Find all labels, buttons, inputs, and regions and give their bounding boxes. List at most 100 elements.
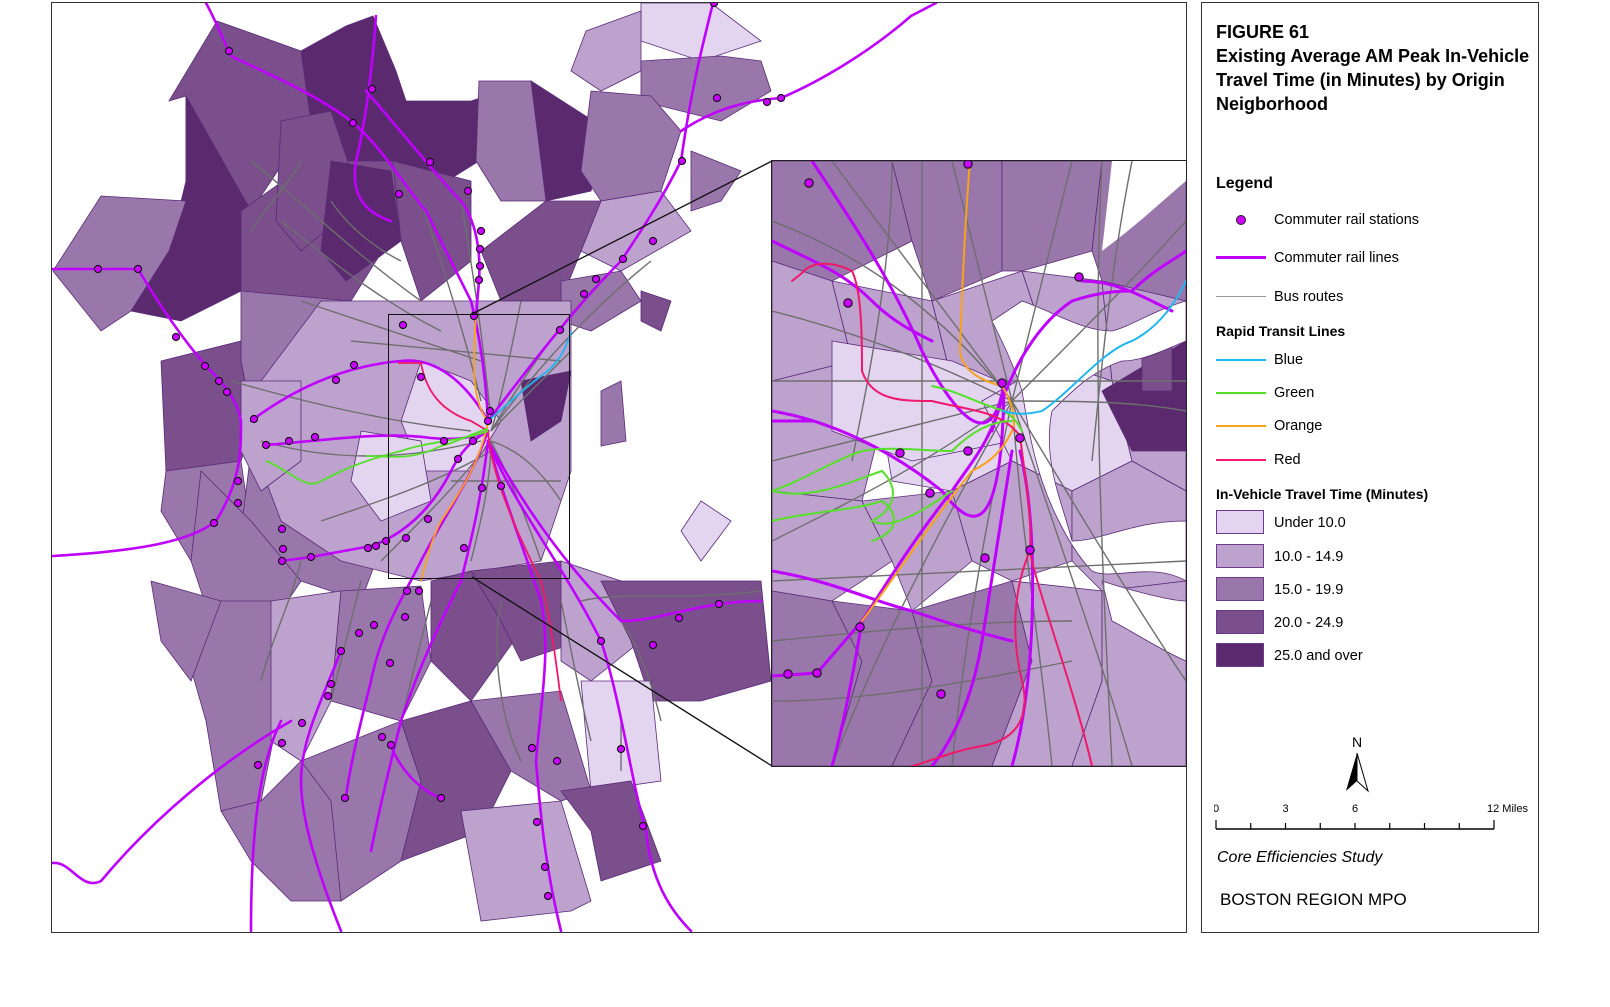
inset-locator-box: [388, 314, 570, 579]
neighborhood-polygon: [600, 380, 627, 447]
commuter-rail-station: [306, 552, 316, 562]
class-swatch: [1216, 544, 1264, 568]
orange-line-icon: [1216, 425, 1266, 427]
legend-class-2: 15.0 - 19.9: [1216, 577, 1344, 601]
commuter-rail-station: [171, 332, 181, 342]
commuter-rail-station: [93, 264, 103, 274]
commuter-rail-station: [371, 541, 381, 551]
commuter-rail-station: [363, 543, 373, 553]
commuter-rail-station: [963, 446, 973, 456]
commuter-rail-station: [310, 432, 320, 442]
commuter-rail-station: [336, 646, 346, 656]
commuter-rail-station: [648, 640, 658, 650]
commuter-rail-station: [414, 586, 424, 596]
commuter-rail-station: [463, 186, 473, 196]
commuter-rail-station: [804, 178, 814, 188]
legend-label: Under 10.0: [1274, 515, 1346, 531]
commuter-rail-station: [354, 628, 364, 638]
commuter-rail-station: [963, 161, 973, 169]
commuter-rail-station: [386, 740, 396, 750]
commuter-rail-station: [348, 118, 358, 128]
commuter-rail-station: [712, 93, 722, 103]
neighborhood-polygon: [690, 150, 742, 212]
commuter-rail-station: [394, 189, 404, 199]
commuter-rail-station: [527, 743, 537, 753]
commuter-rail-station: [591, 274, 601, 284]
neighborhood-polygon: [460, 800, 592, 922]
neighborhood-polygon: [570, 10, 642, 92]
study-name: Core Efficiencies Study: [1217, 849, 1383, 866]
commuter-rail-station: [980, 553, 990, 563]
legend-label: 10.0 - 14.9: [1274, 549, 1344, 565]
commuter-rail-station: [762, 97, 772, 107]
commuter-rail-station: [674, 613, 684, 623]
commuter-rail-station: [476, 226, 486, 236]
legend-label: Commuter rail stations: [1274, 212, 1420, 228]
commuter-rail-station: [475, 244, 485, 254]
neighborhood-polygon: [640, 290, 672, 332]
legend-label: 20.0 - 24.9: [1274, 615, 1344, 631]
legend-label: 15.0 - 19.9: [1274, 582, 1344, 598]
commuter-rail-station: [249, 414, 259, 424]
commuter-rail-station: [277, 556, 287, 566]
north-arrow-icon: N: [1346, 735, 1369, 793]
scale-label: 12 Miles: [1487, 803, 1528, 815]
commuter-rail-station: [402, 586, 412, 596]
commuter-rail-station: [532, 817, 542, 827]
legend-label: Bus routes: [1274, 289, 1344, 305]
commuter-rail-station: [233, 476, 243, 486]
legend-label: Red: [1274, 452, 1301, 468]
commuter-rail-station: [200, 361, 210, 371]
figure-title: Existing Average AM Peak In-Vehicle Trav…: [1216, 46, 1530, 114]
rapid-transit-heading: Rapid Transit Lines: [1216, 323, 1346, 339]
blue-line-icon: [1216, 359, 1266, 361]
organization-name: BOSTON REGION MPO: [1220, 890, 1407, 909]
commuter-rail-station: [377, 732, 387, 742]
commuter-rail-station: [323, 691, 333, 701]
neighborhood-polygon: [680, 500, 732, 562]
commuter-rail-station: [261, 440, 271, 450]
commuter-rail-station: [638, 821, 648, 831]
scale-bar: 0 3 6 12 Miles: [1214, 803, 1528, 830]
commuter-rail-station: [222, 387, 232, 397]
legend-class-0: Under 10.0: [1216, 510, 1346, 534]
commuter-rail-station: [543, 891, 553, 901]
legend-item-blue-line: Blue: [1216, 349, 1303, 371]
commuter-rail-station: [278, 544, 288, 554]
red-line-icon: [1216, 459, 1266, 461]
legend-item-stations: Commuter rail stations: [1216, 209, 1419, 231]
commuter-rail-station: [400, 612, 410, 622]
commuter-rail-line-icon: [1216, 256, 1266, 259]
commuter-rail-station: [349, 360, 359, 370]
commuter-rail-station: [475, 261, 485, 271]
commuter-rail-station: [436, 793, 446, 803]
commuter-rail-station: [1025, 545, 1035, 555]
commuter-rail-station: [540, 862, 550, 872]
legend-item-bus-routes: Bus routes: [1216, 286, 1343, 308]
neighborhood-polygon: [1001, 161, 1103, 272]
legend-item-red-line: Red: [1216, 449, 1301, 471]
inset-map[interactable]: [771, 160, 1187, 767]
commuter-rail-station: [776, 93, 786, 103]
scale-label: 3: [1282, 803, 1288, 815]
figure-number: FIGURE 61: [1216, 22, 1310, 42]
commuter-rail-station: [936, 689, 946, 699]
commuter-rail-station: [579, 289, 589, 299]
commuter-rail-station: [895, 448, 905, 458]
green-line-icon: [1216, 392, 1266, 394]
legend-item-commuter-rail: Commuter rail lines: [1216, 247, 1399, 269]
scale-label: 0: [1214, 803, 1219, 815]
commuter-rail-station: [843, 298, 853, 308]
legend-class-1: 10.0 - 14.9: [1216, 544, 1344, 568]
north-arrow-right-half: [1356, 752, 1369, 793]
legend-class-3: 20.0 - 24.9: [1216, 610, 1344, 634]
commuter-rail-station: [709, 3, 719, 8]
commuter-rail-station: [277, 738, 287, 748]
commuter-rail-station: [209, 518, 219, 528]
commuter-rail-station: [677, 156, 687, 166]
legend-item-orange-line: Orange: [1216, 415, 1322, 437]
travel-time-heading: In-Vehicle Travel Time (Minutes): [1216, 486, 1429, 502]
commuter-rail-station: [297, 718, 307, 728]
class-swatch: [1216, 577, 1264, 601]
commuter-rail-station: [812, 668, 822, 678]
